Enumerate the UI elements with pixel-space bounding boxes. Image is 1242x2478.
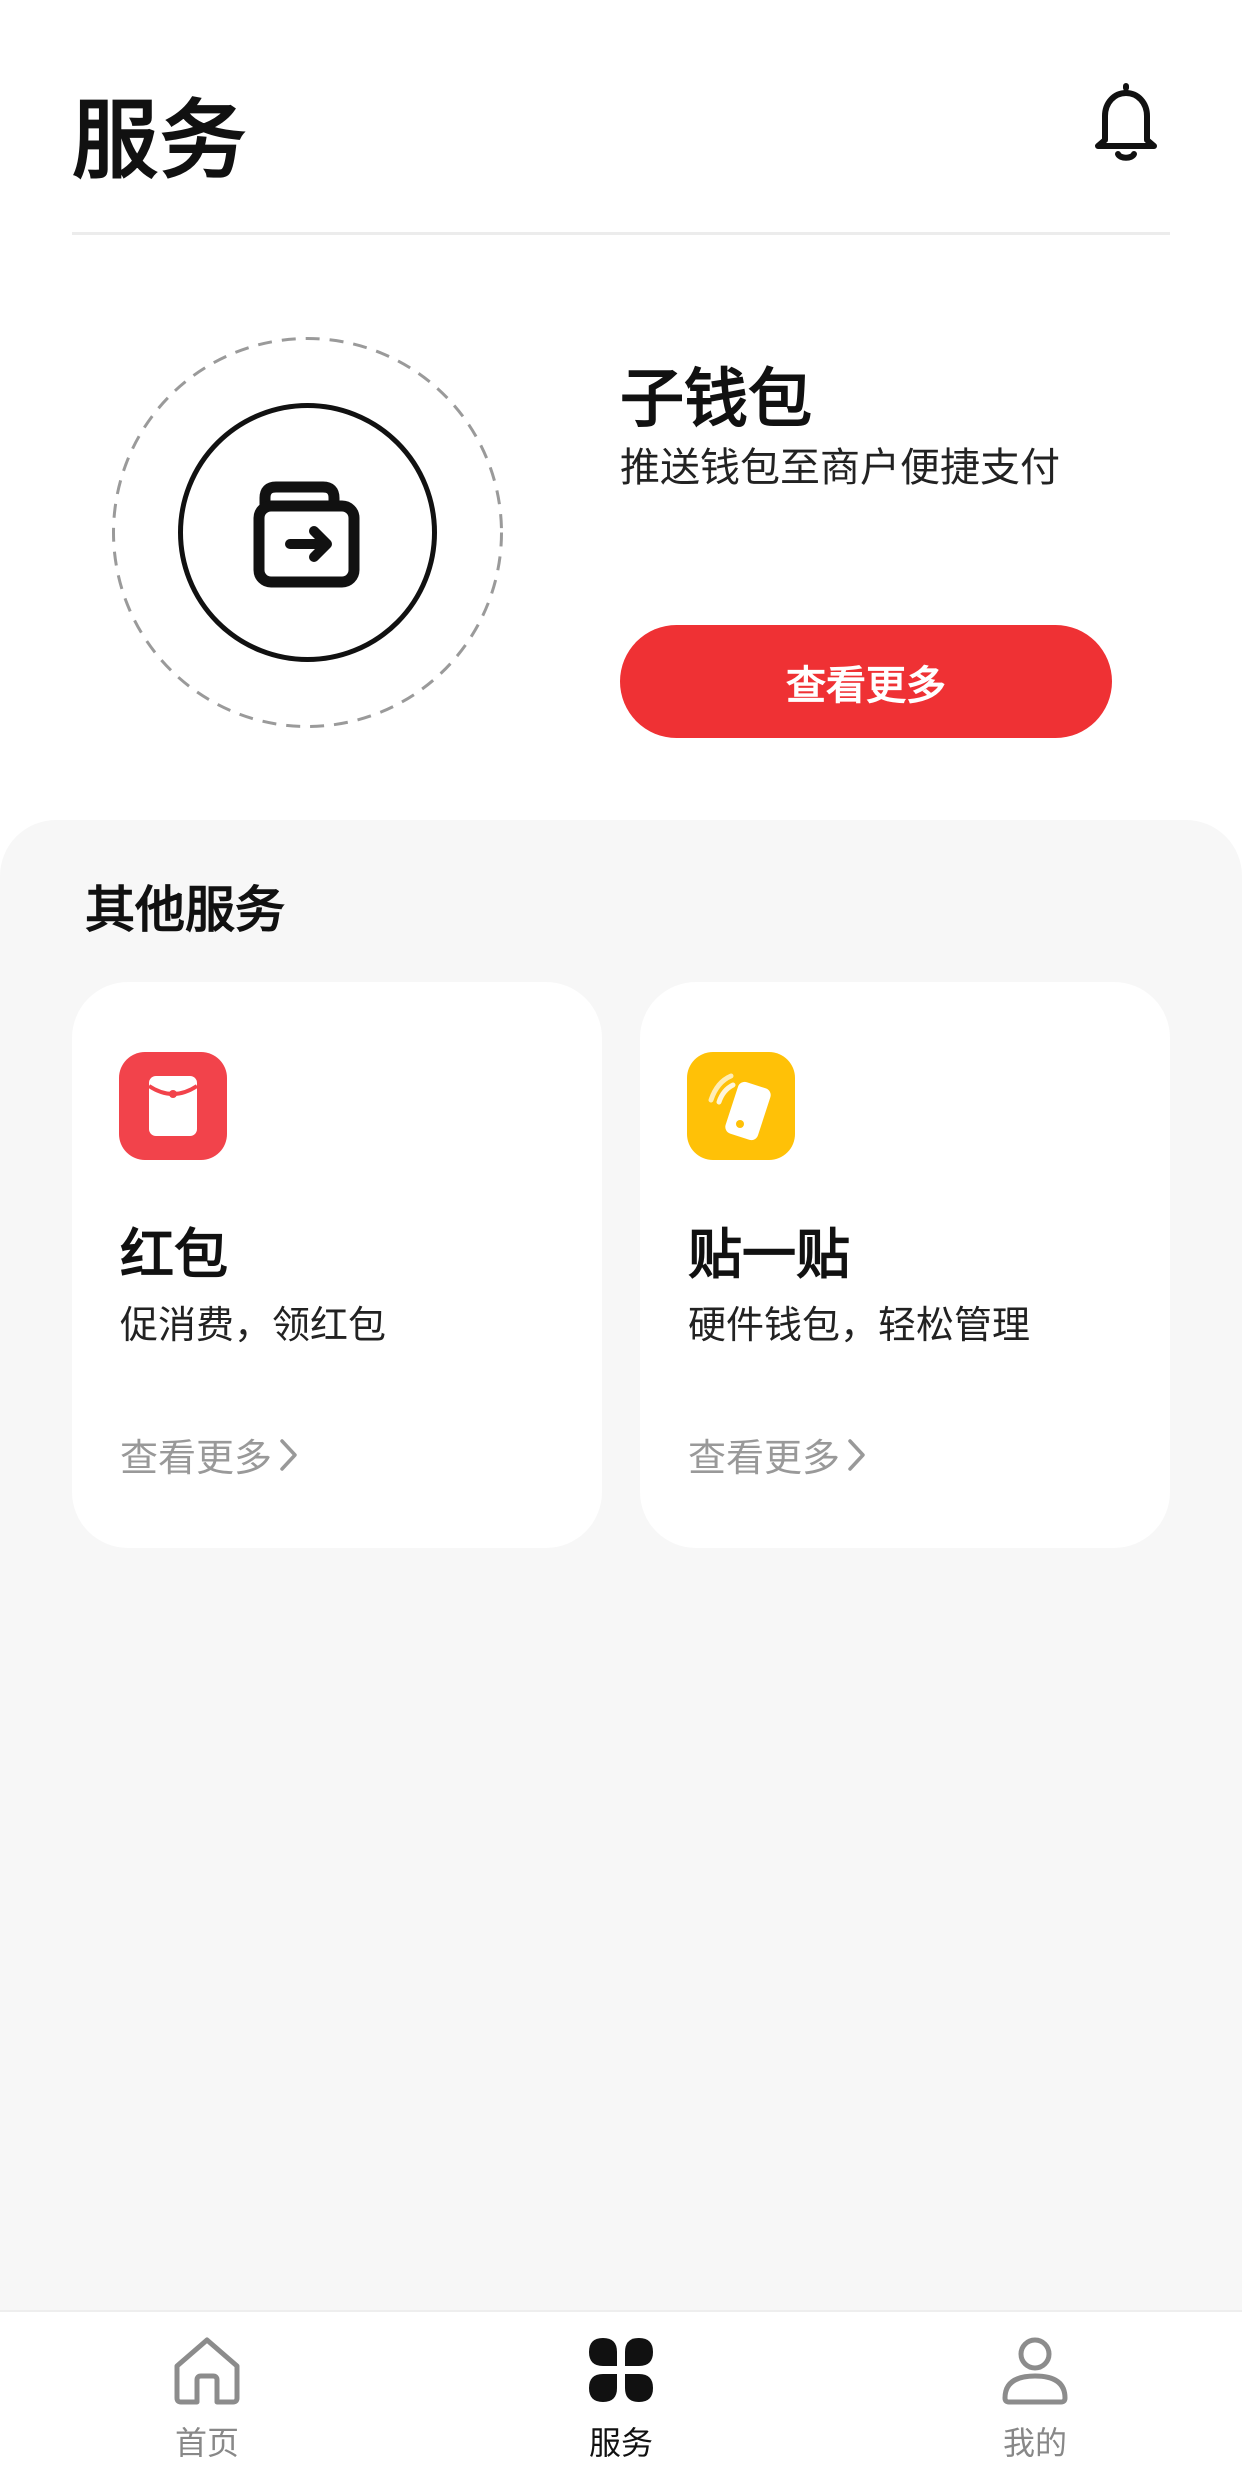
profile-icon (1002, 2337, 1068, 2405)
view-more-button[interactable]: 查看更多 (620, 625, 1112, 738)
bell-icon[interactable] (1093, 82, 1159, 162)
services-grid-icon (589, 2338, 653, 2402)
hero-subtitle: 推送钱包至商户便捷支付 (620, 445, 1060, 491)
nav-services[interactable]: 服务 (521, 2332, 721, 2472)
section-title: 其他服务 (85, 881, 285, 939)
tap-card-icon (687, 1052, 795, 1160)
page-title: 服务 (72, 91, 248, 191)
header: 服务 (0, 0, 1242, 235)
home-icon (174, 2337, 240, 2405)
card-description: 硬件钱包，轻松管理 (688, 1303, 1031, 1347)
hero-title: 子钱包 (620, 363, 812, 437)
card-view-more-label: 查看更多 (120, 1436, 273, 1480)
card-view-more-link[interactable]: 查看更多 (688, 1427, 868, 1482)
nav-home[interactable]: 首页 (107, 2332, 307, 2472)
chevron-right-icon (280, 1438, 297, 1471)
card-description: 促消费，领红包 (120, 1303, 387, 1347)
nav-label-services: 服务 (588, 2424, 653, 2462)
card-title: 红包 (120, 1223, 228, 1286)
red-envelope-icon (119, 1052, 227, 1160)
nav-profile[interactable]: 我的 (935, 2332, 1135, 2472)
chevron-right-icon (848, 1438, 865, 1471)
other-services-panel: 其他服务 红包 促消费，领红包 查看更多 贴一贴 硬件钱包，轻松管理 查看更多 (0, 820, 1242, 2310)
card-title: 贴一贴 (688, 1223, 850, 1286)
bottom-nav: 首页 服务 我的 (0, 2310, 1242, 2478)
wallet-push-icon (110, 335, 505, 730)
service-card-tap[interactable]: 贴一贴 硬件钱包，轻松管理 查看更多 (640, 982, 1170, 1548)
card-view-more-link[interactable]: 查看更多 (120, 1427, 300, 1482)
card-view-more-label: 查看更多 (688, 1436, 841, 1480)
nav-label-home: 首页 (174, 2424, 239, 2462)
service-card-red-envelope[interactable]: 红包 促消费，领红包 查看更多 (72, 982, 602, 1548)
nav-label-profile: 我的 (1002, 2424, 1067, 2462)
sub-wallet-hero: 子钱包 推送钱包至商户便捷支付 查看更多 (0, 235, 1242, 820)
